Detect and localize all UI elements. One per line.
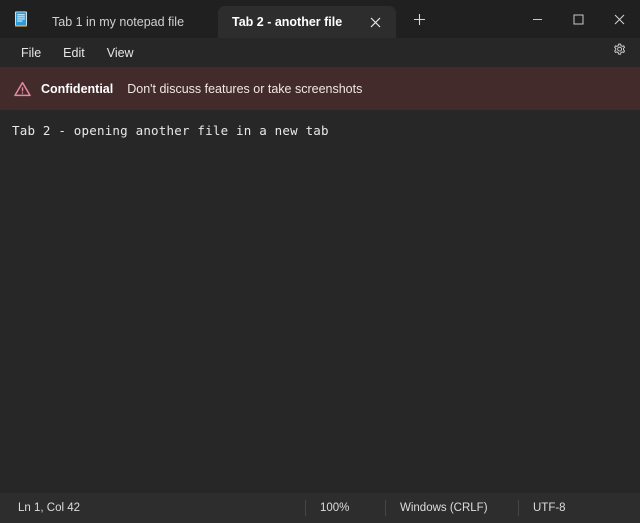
editor-content: Tab 2 - opening another file in a new ta… (12, 122, 329, 140)
menu-item-edit[interactable]: Edit (52, 43, 96, 63)
banner-message: Don't discuss features or take screensho… (127, 82, 362, 96)
status-divider (385, 500, 386, 516)
banner-title: Confidential (41, 82, 113, 96)
minimize-icon (532, 14, 543, 25)
tab-strip: Tab 1 in my notepad file Tab 2 - another… (38, 0, 510, 38)
menu-item-file[interactable]: File (10, 43, 52, 63)
settings-button[interactable] (608, 42, 630, 64)
warning-triangle-icon (13, 80, 31, 98)
plus-icon (413, 13, 426, 31)
tab-label: Tab 1 in my notepad file (52, 15, 208, 29)
close-icon[interactable] (364, 11, 386, 33)
confidential-banner: Confidential Don't discuss features or t… (0, 67, 640, 110)
notepad-window: Tab 1 in my notepad file Tab 2 - another… (0, 0, 640, 523)
tab-1[interactable]: Tab 1 in my notepad file (38, 6, 218, 38)
notepad-icon (12, 10, 30, 28)
minimize-button[interactable] (517, 0, 558, 38)
gear-icon (612, 43, 627, 63)
status-zoom[interactable]: 100% (310, 493, 359, 523)
tab-label: Tab 2 - another file (232, 15, 360, 29)
window-controls (517, 0, 640, 38)
menu-bar: File Edit View (0, 38, 640, 67)
maximize-icon (573, 14, 584, 25)
status-divider (305, 500, 306, 516)
status-line-ending[interactable]: Windows (CRLF) (390, 493, 498, 523)
status-encoding[interactable]: UTF-8 (523, 493, 576, 523)
status-divider (518, 500, 519, 516)
text-editor-area[interactable]: Tab 2 - opening another file in a new ta… (0, 110, 640, 493)
new-tab-button[interactable] (404, 7, 434, 37)
close-icon (614, 14, 625, 25)
status-cursor-position[interactable]: Ln 1, Col 42 (8, 493, 90, 523)
status-bar: Ln 1, Col 42 100% Windows (CRLF) UTF-8 (0, 493, 640, 523)
title-bar: Tab 1 in my notepad file Tab 2 - another… (0, 0, 640, 38)
menu-item-view[interactable]: View (96, 43, 145, 63)
tab-2[interactable]: Tab 2 - another file (218, 6, 396, 38)
close-button[interactable] (599, 0, 640, 38)
maximize-button[interactable] (558, 0, 599, 38)
